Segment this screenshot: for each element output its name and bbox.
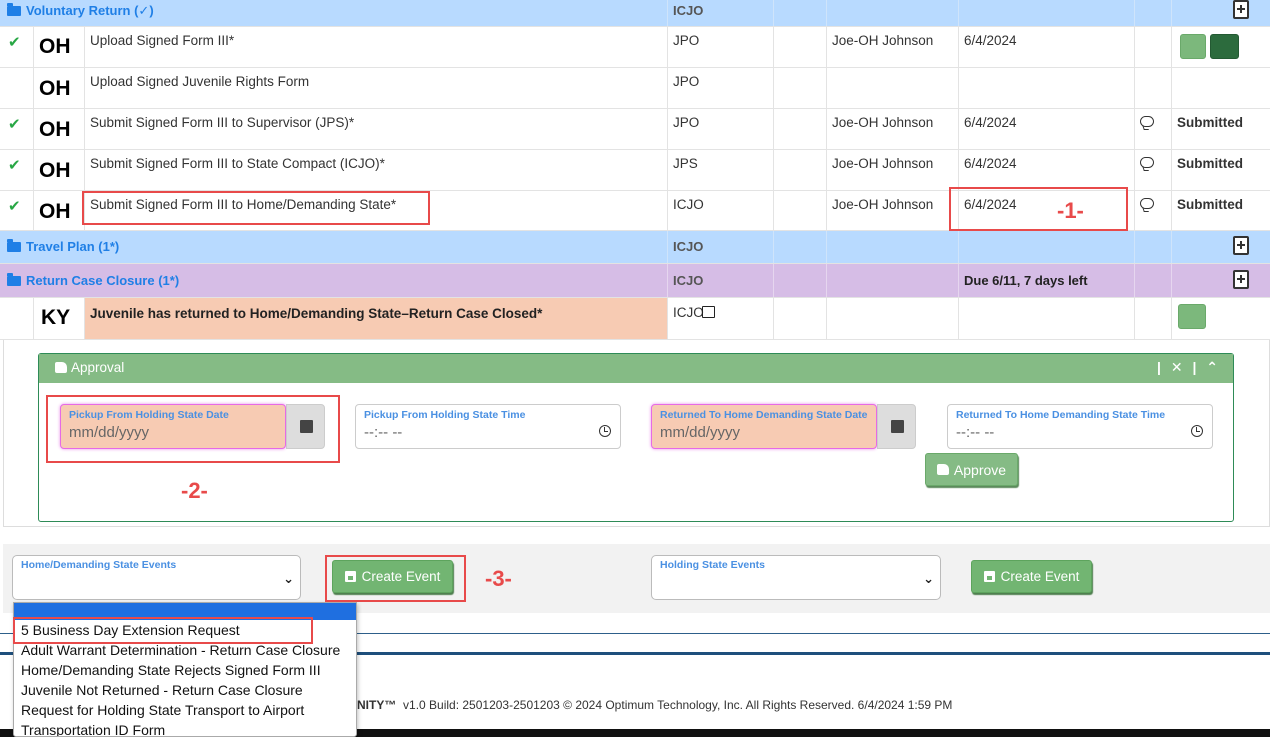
task-name[interactable]: Submit Signed Form III to State Compact … (90, 156, 385, 171)
task-name[interactable]: Juvenile has returned to Home/Demanding … (90, 306, 542, 321)
group-title[interactable]: Travel Plan (1*) (7, 238, 119, 254)
dropdown-option[interactable]: Transportation ID Form (14, 720, 356, 736)
check-icon: ✔ (8, 116, 21, 133)
check-icon: ✔ (8, 157, 21, 174)
group-return-case-closure[interactable]: Return Case Closure (1*) ICJO Due 6/11, … (0, 264, 1270, 298)
table-row: OH Upload Signed Juvenile Rights Form JP… (0, 68, 1270, 109)
group-title[interactable]: Return Case Closure (1*) (7, 272, 179, 288)
table-row: ✔ OH Upload Signed Form III* JPO Joe-OH … (0, 27, 1270, 68)
task-user: Joe-OH Johnson (832, 197, 934, 212)
holding-state-events-select[interactable]: Holding State Events ⌄ (651, 555, 941, 600)
status-text: Submitted (1177, 156, 1243, 171)
save-icon (983, 571, 995, 582)
task-role: JPO (673, 115, 700, 130)
task-date: 6/4/2024 (964, 33, 1017, 48)
annotation-label-3: -3- (485, 566, 512, 591)
group-title[interactable]: Voluntary Return (✓) (7, 3, 154, 19)
group-voluntary-return[interactable]: Voluntary Return (✓) ICJO (0, 0, 1270, 27)
pickup-time-input[interactable]: Pickup From Holding State Time --:-- -- (355, 404, 621, 449)
status-text: Submitted (1177, 197, 1243, 212)
chevron-down-icon: ⌄ (283, 571, 294, 586)
download-file-button[interactable] (1180, 34, 1206, 59)
dropdown-option[interactable]: Juvenile Not Returned - Return Case Clos… (14, 680, 356, 700)
dropdown-option[interactable]: Request for Holding State Transport to A… (14, 700, 356, 720)
thumbs-up-icon (936, 464, 949, 475)
status-text: Submitted (1177, 115, 1243, 130)
annotation-box-date (949, 187, 1128, 231)
folder-open-icon (7, 3, 21, 16)
due-date-text: Due 6/11, 7 days left (964, 273, 1088, 288)
check-icon: ✔ (8, 198, 21, 215)
folder-icon (7, 238, 21, 252)
thumbs-up-icon (55, 362, 67, 373)
clock-icon (599, 425, 611, 437)
returned-date-input[interactable]: Returned To Home Demanding State Date mm… (651, 404, 877, 449)
group-code: ICJO (673, 239, 704, 254)
annotation-label-1: -1- (1057, 198, 1084, 223)
annotation-box-create-event (325, 555, 466, 602)
create-event-button-holding[interactable]: Create Event (971, 560, 1092, 593)
annotation-box-pickup-date (46, 395, 340, 463)
check-icon: ✔ (8, 34, 21, 51)
task-role: ICJO (673, 197, 704, 212)
comments-icon[interactable] (1140, 198, 1154, 209)
approve-thumb-button[interactable] (1178, 304, 1206, 329)
task-role: JPS (673, 156, 698, 171)
add-file-icon[interactable] (1233, 0, 1249, 19)
add-file-icon[interactable] (1233, 236, 1249, 255)
dropdown-option[interactable]: Home/Demanding State Rejects Signed Form… (14, 660, 356, 680)
calendar-button[interactable] (877, 404, 916, 449)
approval-panel-header[interactable]: Approval | ✕ | ⌃ (39, 354, 1233, 383)
approve-button[interactable]: Approve (925, 453, 1018, 486)
task-role: JPO (673, 74, 700, 89)
task-date: 6/4/2024 (964, 156, 1017, 171)
folder-open-icon (7, 272, 21, 286)
state-code: OH (39, 159, 71, 182)
returned-time-input[interactable]: Returned To Home Demanding State Time --… (947, 404, 1213, 449)
clock-icon (1191, 425, 1203, 437)
state-code: KY (41, 306, 71, 329)
state-code: OH (39, 200, 71, 223)
annotation-box-option (13, 617, 313, 644)
calendar-icon (891, 420, 904, 433)
annotation-box-task (82, 191, 430, 225)
comments-icon[interactable] (1140, 157, 1154, 168)
group-code: ICJO (673, 3, 704, 18)
group-travel-plan[interactable]: Travel Plan (1*) ICJO (0, 231, 1270, 264)
task-name[interactable]: Submit Signed Form III to Supervisor (JP… (90, 115, 354, 130)
state-code: OH (39, 35, 71, 58)
state-code: OH (39, 77, 71, 100)
home-state-events-select[interactable]: Home/Demanding State Events ⌄ (12, 555, 301, 600)
task-name[interactable]: Upload Signed Juvenile Rights Form (90, 74, 309, 89)
task-date: 6/4/2024 (964, 115, 1017, 130)
panel-controls[interactable]: | ✕ | ⌃ (1157, 359, 1221, 376)
comments-icon[interactable] (1140, 116, 1154, 127)
task-user: Joe-OH Johnson (832, 156, 934, 171)
task-user: Joe-OH Johnson (832, 33, 934, 48)
state-code: OH (39, 118, 71, 141)
chevron-down-icon: ⌄ (923, 571, 934, 586)
task-role: JPO (673, 33, 700, 48)
footer: NITY™ v1.0 Build: 2501203-2501203 © 2024… (357, 698, 953, 712)
email-button[interactable] (1210, 34, 1239, 59)
group-code: ICJO (673, 273, 704, 288)
task-user: Joe-OH Johnson (832, 115, 934, 130)
annotation-label-2: -2- (181, 478, 208, 503)
table-row: ✔ OH Submit Signed Form III to Superviso… (0, 109, 1270, 150)
edit-icon[interactable] (702, 306, 715, 318)
table-row: KY Juvenile has returned to Home/Demandi… (0, 298, 1270, 340)
table-row: ✔ OH Submit Signed Form III to State Com… (0, 150, 1270, 191)
add-file-icon[interactable] (1233, 270, 1249, 289)
task-name[interactable]: Upload Signed Form III* (90, 33, 234, 48)
task-role: ICJO (673, 305, 704, 320)
